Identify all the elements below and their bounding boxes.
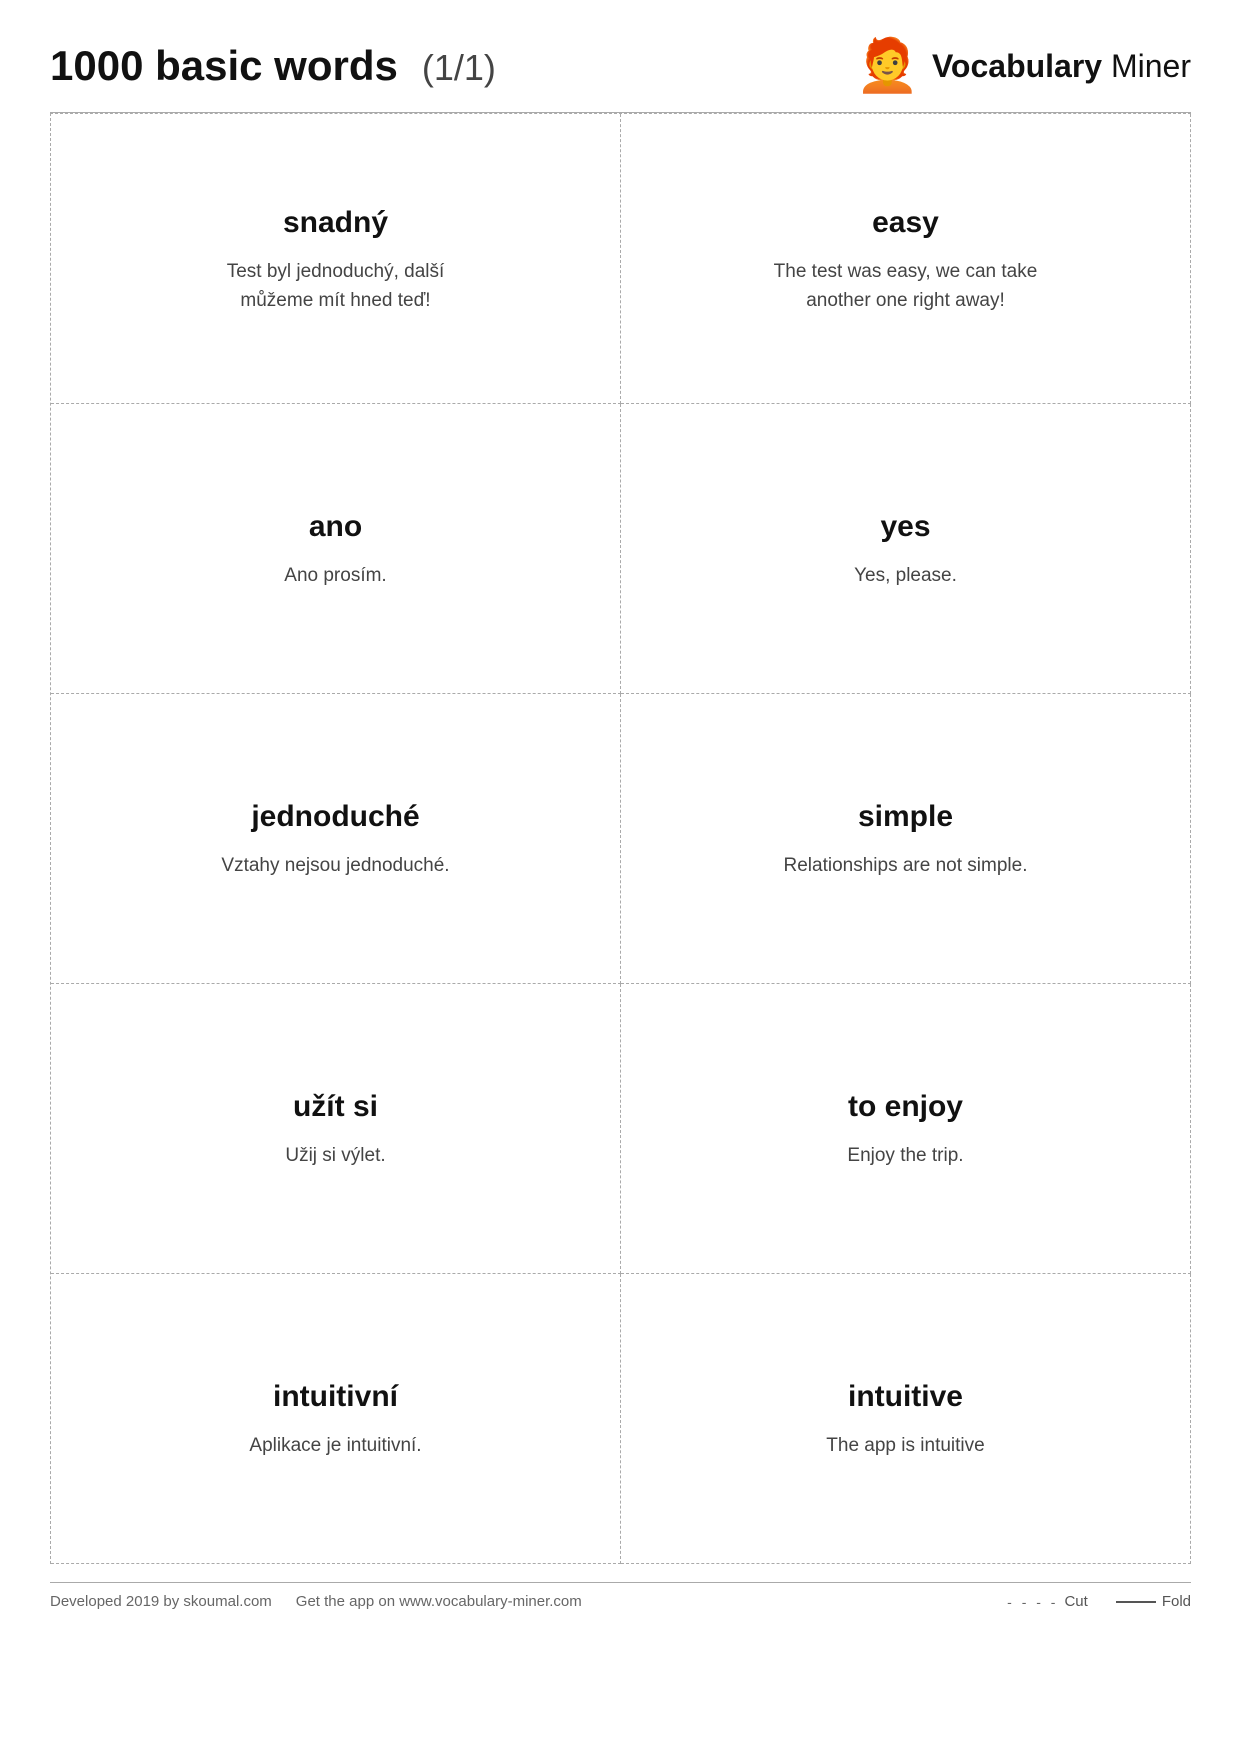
- footer-left: Developed 2019 by skoumal.com Get the ap…: [50, 1593, 582, 1610]
- card-word-5: jednoduché: [251, 800, 419, 834]
- page-header: 1000 basic words (1/1) 🧑‍🦰 Vocabulary Mi…: [50, 40, 1191, 92]
- card-4-left: užít si Užij si výlet.: [51, 984, 621, 1274]
- brand-strong: Vocabulary: [932, 48, 1102, 84]
- card-sentence-3: Ano prosím.: [284, 562, 386, 591]
- card-2-right: yes Yes, please.: [621, 404, 1191, 694]
- card-word-7: užít si: [293, 1090, 378, 1124]
- footer-developed: Developed 2019 by skoumal.com: [50, 1593, 272, 1610]
- card-3-left: jednoduché Vztahy nejsou jednoduché.: [51, 694, 621, 984]
- card-word-3: ano: [309, 510, 362, 544]
- card-sentence-9: Aplikace je intuitivní.: [249, 1432, 421, 1461]
- header-right: 🧑‍🦰 Vocabulary Miner: [855, 40, 1191, 92]
- footer-get-app: Get the app on www.vocabulary-miner.com: [296, 1593, 582, 1610]
- cards-grid: snadný Test byl jednoduchý, dalšímůžeme …: [50, 113, 1191, 1564]
- header-left: 1000 basic words (1/1): [50, 42, 496, 90]
- card-word-1: snadný: [283, 206, 388, 240]
- card-word-6: simple: [858, 800, 953, 834]
- card-sentence-10: The app is intuitive: [826, 1432, 984, 1461]
- card-sentence-2: The test was easy, we can takeanother on…: [774, 258, 1038, 315]
- card-sentence-5: Vztahy nejsou jednoduché.: [221, 852, 449, 881]
- card-2-left: ano Ano prosím.: [51, 404, 621, 694]
- card-sentence-1: Test byl jednoduchý, dalšímůžeme mít hne…: [227, 258, 445, 315]
- cut-label: Cut: [1064, 1593, 1087, 1610]
- card-3-right: simple Relationships are not simple.: [621, 694, 1191, 984]
- card-word-2: easy: [872, 206, 939, 240]
- card-1-right: easy The test was easy, we can takeanoth…: [621, 114, 1191, 404]
- cut-dots-icon: - - - -: [1007, 1594, 1058, 1610]
- fold-line-icon: [1116, 1601, 1156, 1603]
- card-4-right: to enjoy Enjoy the trip.: [621, 984, 1191, 1274]
- page-count: (1/1): [422, 47, 496, 89]
- cut-indicator: - - - - Cut: [1007, 1593, 1088, 1610]
- footer-right: - - - - Cut Fold: [1007, 1593, 1191, 1610]
- page-title: 1000 basic words: [50, 42, 398, 90]
- brand-icon: 🧑‍🦰: [855, 40, 920, 92]
- brand-name: Vocabulary Miner: [932, 48, 1191, 85]
- card-1-left: snadný Test byl jednoduchý, dalšímůžeme …: [51, 114, 621, 404]
- card-word-9: intuitivní: [273, 1380, 398, 1414]
- card-5-right: intuitive The app is intuitive: [621, 1274, 1191, 1564]
- card-sentence-7: Užij si výlet.: [285, 1142, 385, 1171]
- card-word-10: intuitive: [848, 1380, 963, 1414]
- fold-label: Fold: [1162, 1593, 1191, 1610]
- card-word-8: to enjoy: [848, 1090, 963, 1124]
- page-footer: Developed 2019 by skoumal.com Get the ap…: [50, 1582, 1191, 1610]
- card-sentence-4: Yes, please.: [854, 562, 957, 591]
- card-word-4: yes: [880, 510, 930, 544]
- brand-rest: Miner: [1102, 48, 1191, 84]
- card-sentence-6: Relationships are not simple.: [784, 852, 1028, 881]
- card-sentence-8: Enjoy the trip.: [847, 1142, 963, 1171]
- fold-indicator: Fold: [1116, 1593, 1191, 1610]
- card-5-left: intuitivní Aplikace je intuitivní.: [51, 1274, 621, 1564]
